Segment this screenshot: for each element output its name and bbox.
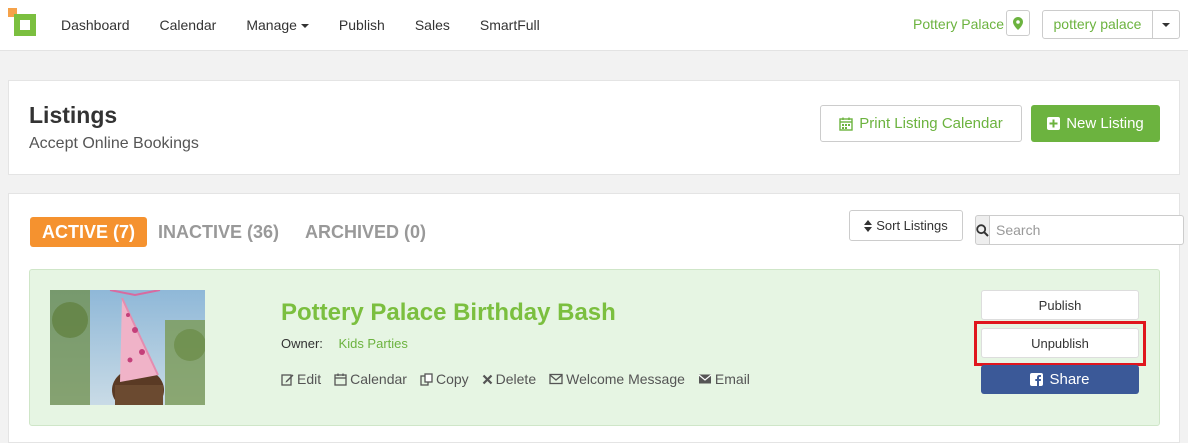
edit-label: Edit bbox=[297, 371, 322, 387]
page-title: Listings bbox=[29, 102, 118, 128]
edit-icon bbox=[281, 373, 294, 386]
unpublish-button[interactable]: Unpublish bbox=[981, 328, 1139, 358]
nav-smartfull[interactable]: SmartFull bbox=[480, 17, 540, 33]
edit-action[interactable]: Edit bbox=[281, 371, 321, 387]
delete-action[interactable]: Delete bbox=[482, 371, 536, 387]
welcome-message-label: Welcome Message bbox=[566, 371, 685, 387]
copy-label: Copy bbox=[435, 371, 469, 387]
page-header-panel: Listings Accept Online Bookings Print Li… bbox=[8, 80, 1180, 175]
envelope-outline-icon bbox=[549, 373, 563, 385]
print-listing-calendar-label: Print Listing Calendar bbox=[859, 115, 1003, 132]
top-navbar: Dashboard Calendar Manage Publish Sales … bbox=[0, 0, 1188, 51]
new-listing-label: New Listing bbox=[1066, 115, 1144, 132]
search-input[interactable] bbox=[990, 215, 1184, 245]
calendar-action[interactable]: Calendar bbox=[334, 371, 407, 387]
tab-inactive[interactable]: INACTIVE (36) bbox=[158, 217, 279, 247]
close-icon bbox=[482, 374, 492, 384]
sort-icon bbox=[864, 219, 873, 232]
main-nav: Dashboard Calendar Manage Publish Sales … bbox=[61, 0, 570, 50]
app-logo[interactable] bbox=[8, 8, 38, 38]
nav-dashboard[interactable]: Dashboard bbox=[61, 17, 130, 33]
nav-manage-label: Manage bbox=[246, 17, 297, 33]
owner-row: Owner: Kids Parties bbox=[281, 336, 408, 351]
search-button[interactable] bbox=[975, 215, 990, 245]
publish-button[interactable]: Publish bbox=[981, 290, 1139, 320]
new-listing-button[interactable]: New Listing bbox=[1031, 105, 1160, 142]
email-action[interactable]: Email bbox=[698, 371, 750, 387]
nav-sales[interactable]: Sales bbox=[415, 17, 450, 33]
chevron-down-icon bbox=[300, 24, 309, 29]
sort-listings-button[interactable]: Sort Listings bbox=[849, 210, 963, 241]
listings-panel: ACTIVE (7) INACTIVE (36) ARCHIVED (0) So… bbox=[8, 193, 1184, 443]
copy-icon bbox=[420, 372, 433, 386]
nav-publish[interactable]: Publish bbox=[339, 17, 385, 33]
owner-link[interactable]: Kids Parties bbox=[339, 336, 408, 351]
calendar-icon bbox=[839, 117, 853, 131]
search-group bbox=[975, 215, 1184, 245]
delete-label: Delete bbox=[495, 371, 537, 387]
share-button[interactable]: Share bbox=[981, 365, 1139, 394]
chevron-down-icon bbox=[1162, 22, 1170, 27]
email-label: Email bbox=[714, 371, 750, 387]
facebook-icon bbox=[1030, 373, 1044, 386]
nav-calendar[interactable]: Calendar bbox=[160, 17, 217, 33]
envelope-icon bbox=[698, 374, 712, 384]
tab-active[interactable]: ACTIVE (7) bbox=[30, 217, 148, 247]
owner-label: Owner: bbox=[281, 336, 323, 351]
tab-archived[interactable]: ARCHIVED (0) bbox=[305, 217, 426, 247]
share-label: Share bbox=[1049, 371, 1090, 388]
account-select-value: pottery palace bbox=[1053, 16, 1142, 32]
page-subtitle: Accept Online Bookings bbox=[29, 135, 199, 152]
copy-action[interactable]: Copy bbox=[420, 371, 469, 387]
listing-thumbnail[interactable] bbox=[50, 290, 205, 405]
calendar-icon bbox=[334, 373, 347, 386]
sort-listings-label: Sort Listings bbox=[876, 218, 948, 233]
map-marker-icon bbox=[1013, 16, 1023, 30]
nav-manage[interactable]: Manage bbox=[246, 17, 309, 33]
party-hat-photo bbox=[50, 290, 205, 405]
print-listing-calendar-button[interactable]: Print Listing Calendar bbox=[820, 105, 1022, 142]
welcome-message-action[interactable]: Welcome Message bbox=[549, 371, 685, 387]
calendar-label: Calendar bbox=[350, 371, 407, 387]
location-button[interactable] bbox=[1006, 10, 1030, 36]
listing-card: Pottery Palace Birthday Bash Owner: Kids… bbox=[29, 269, 1160, 426]
search-icon bbox=[976, 223, 989, 237]
listing-actions: Edit Calendar Copy Delete Welcome Messag… bbox=[281, 371, 750, 387]
plus-square-icon bbox=[1047, 117, 1061, 130]
account-dropdown-toggle[interactable] bbox=[1152, 11, 1179, 38]
store-name-link[interactable]: Pottery Palace bbox=[913, 16, 1004, 32]
listing-title[interactable]: Pottery Palace Birthday Bash bbox=[281, 299, 616, 327]
account-select[interactable]: pottery palace bbox=[1042, 10, 1180, 39]
